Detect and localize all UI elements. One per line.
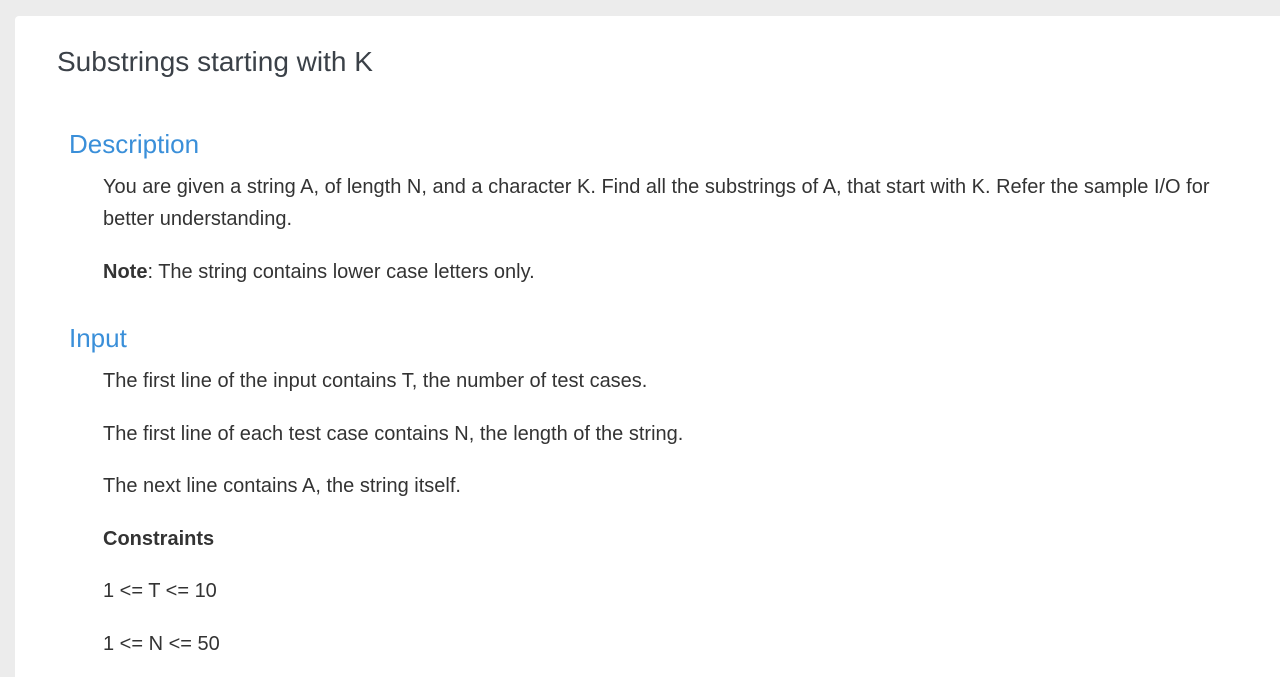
note-text: : The string contains lower case letters…: [147, 261, 535, 283]
input-line: The first line of each test case contain…: [103, 423, 684, 445]
constraints-label: Constraints: [103, 528, 215, 550]
input-line: The first line of the input contains T, …: [103, 370, 648, 392]
description-text: You are given a string A, of length N, a…: [103, 176, 1210, 230]
constraint-item: 1 <= N <= 50: [103, 633, 220, 655]
note-paragraph: Note: The string contains lower case let…: [103, 256, 1213, 288]
note-label: Note: [103, 261, 148, 283]
input-heading: Input: [69, 323, 127, 353]
page-title: Substrings starting with K: [57, 46, 373, 77]
input-line: The next line contains A, the string its…: [103, 475, 461, 497]
problem-card: Substrings starting with K Description Y…: [15, 16, 1280, 677]
description-heading: Description: [69, 129, 200, 159]
constraint-item: 1 <= T <= 10: [103, 580, 217, 602]
